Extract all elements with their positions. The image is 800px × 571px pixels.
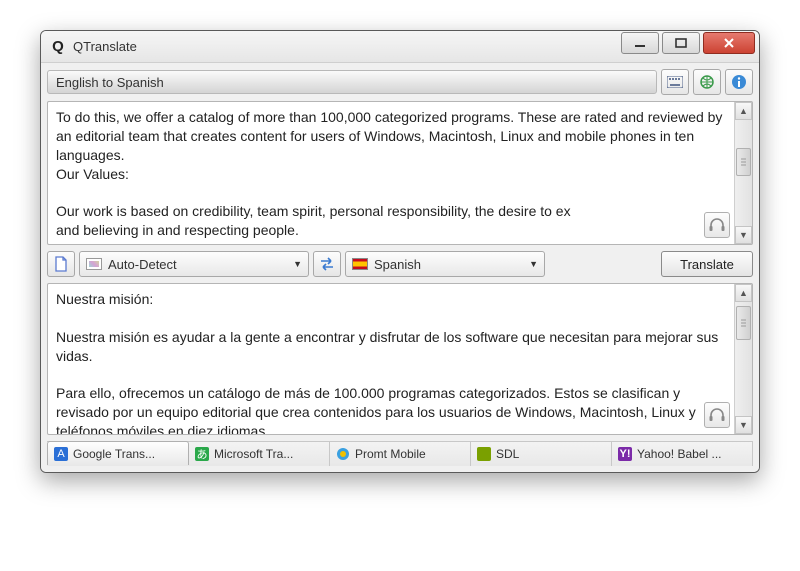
maximize-icon	[675, 37, 687, 49]
tab-google[interactable]: A Google Trans...	[47, 441, 189, 465]
headphones-icon	[708, 217, 726, 233]
speak-target-button[interactable]	[704, 402, 730, 428]
info-icon	[731, 74, 747, 90]
headphones-icon	[708, 407, 726, 423]
target-text-area[interactable]: Nuestra misión: Nuestra misión es ayudar…	[48, 284, 752, 434]
target-language-label: Spanish	[374, 257, 421, 272]
source-scrollbar[interactable]: ▲ ▼	[734, 102, 752, 244]
tab-promt[interactable]: Promt Mobile	[330, 442, 471, 466]
content-area: English to Spanish	[41, 63, 759, 472]
controls-bar: Auto-Detect ▼ Spanish ▼ Translate	[47, 251, 753, 277]
google-icon: A	[54, 447, 68, 461]
translate-button[interactable]: Translate	[661, 251, 753, 277]
language-direction: English to Spanish	[47, 70, 657, 94]
clear-button[interactable]	[47, 251, 75, 277]
close-icon	[723, 37, 735, 49]
service-tabs: A Google Trans... あ Microsoft Tra... Pro…	[47, 441, 753, 466]
chevron-down-icon: ▼	[529, 259, 538, 269]
microsoft-icon: あ	[195, 447, 209, 461]
window-title: QTranslate	[73, 39, 621, 54]
tab-label: Yahoo! Babel ...	[637, 447, 722, 461]
speak-source-button[interactable]	[704, 212, 730, 238]
language-bar: English to Spanish	[47, 69, 753, 95]
source-pane: To do this, we offer a catalog of more t…	[47, 101, 753, 245]
sdl-icon	[477, 447, 491, 461]
tab-yahoo[interactable]: Y! Yahoo! Babel ...	[612, 442, 753, 466]
titlebar[interactable]: Q QTranslate	[41, 31, 759, 63]
spain-flag-icon	[352, 258, 368, 270]
tab-label: Google Trans...	[73, 447, 155, 461]
minimize-icon	[634, 37, 646, 49]
chevron-down-icon: ▼	[293, 259, 302, 269]
promt-icon	[336, 447, 350, 461]
app-window: Q QTranslate English to Spanish	[40, 30, 760, 473]
scroll-down-icon[interactable]: ▼	[735, 226, 752, 244]
target-language-dropdown[interactable]: Spanish ▼	[345, 251, 545, 277]
scroll-track[interactable]	[735, 120, 752, 226]
document-icon	[54, 256, 68, 272]
tab-label: Microsoft Tra...	[214, 447, 293, 461]
tab-microsoft[interactable]: あ Microsoft Tra...	[189, 442, 330, 466]
scroll-thumb[interactable]	[736, 306, 751, 340]
source-text-area[interactable]: To do this, we offer a catalog of more t…	[48, 102, 752, 244]
auto-flag-icon	[86, 258, 102, 270]
info-button[interactable]	[725, 69, 753, 95]
source-language-dropdown[interactable]: Auto-Detect ▼	[79, 251, 309, 277]
scroll-up-icon[interactable]: ▲	[735, 284, 752, 302]
dictionary-button[interactable]	[693, 69, 721, 95]
tab-label: SDL	[496, 447, 519, 461]
scroll-down-icon[interactable]: ▼	[735, 416, 752, 434]
source-language-label: Auto-Detect	[108, 257, 177, 272]
tab-label: Promt Mobile	[355, 447, 426, 461]
keyboard-button[interactable]	[661, 69, 689, 95]
scroll-thumb[interactable]	[736, 148, 751, 176]
target-scrollbar[interactable]: ▲ ▼	[734, 284, 752, 434]
maximize-button[interactable]	[662, 32, 700, 54]
swap-languages-button[interactable]	[313, 251, 341, 277]
yahoo-icon: Y!	[618, 447, 632, 461]
tab-sdl[interactable]: SDL	[471, 442, 612, 466]
window-controls	[621, 31, 759, 62]
target-pane: Nuestra misión: Nuestra misión es ayudar…	[47, 283, 753, 435]
close-button[interactable]	[703, 32, 755, 54]
swap-icon	[319, 257, 335, 271]
globe-icon	[699, 74, 715, 90]
scroll-track[interactable]	[735, 302, 752, 416]
app-icon: Q	[49, 38, 67, 56]
minimize-button[interactable]	[621, 32, 659, 54]
keyboard-icon	[667, 76, 683, 88]
scroll-up-icon[interactable]: ▲	[735, 102, 752, 120]
